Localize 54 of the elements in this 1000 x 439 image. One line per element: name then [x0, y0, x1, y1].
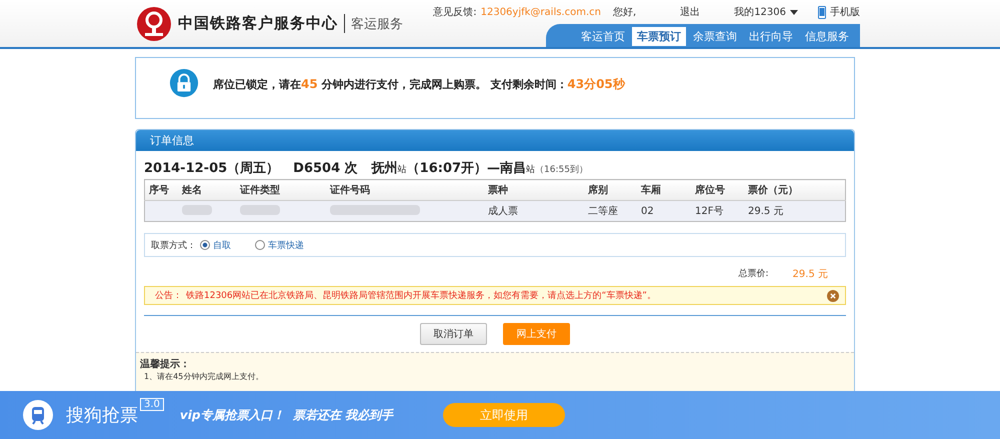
table-cell: 成人票	[484, 200, 584, 222]
trip-route: 抚州站（16:07开）—南昌站（16:55到）	[372, 160, 588, 177]
column-header: 票价（元）	[744, 180, 846, 200]
mobile-link[interactable]: 手机版	[830, 5, 860, 19]
railway-logo-icon	[136, 6, 172, 42]
nav-tab[interactable]: 客运首页	[576, 27, 630, 46]
column-header: 车厢	[637, 180, 691, 200]
my-account-link[interactable]: 我的12306	[734, 5, 786, 19]
tip-text: 1、请在45分钟内完成网上支付。	[144, 371, 264, 382]
table-cell: 二等座	[584, 200, 637, 222]
greeting: 您好,	[613, 6, 636, 19]
app-name: 搜狗抢票	[66, 404, 138, 427]
announcement-text: 铁路12306网站已在北京铁路局、昆明铁路局管辖范围内开展车票快递服务，如您有需要，请点选上方的“车票快递”。	[186, 290, 657, 302]
site-title: 中国铁路客户服务中心	[178, 14, 345, 33]
trip-date: 2014-12-05（周五）	[144, 160, 280, 177]
table-cell: 12F号	[691, 200, 744, 222]
total-price: 29.5 元	[792, 268, 828, 281]
nav-tab[interactable]: 出行向导	[744, 27, 798, 46]
column-header: 票种	[484, 180, 584, 200]
train-icon	[22, 399, 54, 431]
radio-label[interactable]: 车票快递	[268, 238, 304, 252]
column-header: 序号	[144, 180, 178, 200]
table-cell: 02	[637, 200, 691, 222]
column-header: 席位号	[691, 180, 744, 200]
column-header: 证件类型	[236, 180, 326, 200]
column-header: 证件号码	[326, 180, 484, 200]
close-icon[interactable]	[827, 290, 839, 302]
logout-link[interactable]: 退出	[680, 5, 700, 19]
train-number: D6504 次	[293, 160, 358, 177]
tips-title: 温馨提示：	[140, 358, 191, 371]
pickup-label: 取票方式：	[151, 240, 196, 252]
site-subtitle: 客运服务	[351, 16, 403, 32]
announcement-label: 公告：	[155, 290, 182, 302]
version-badge: 3.0	[140, 398, 164, 410]
column-header: 席别	[584, 180, 637, 200]
ad-slogan: vip专属抢票入口！ 票若还在 我必到手	[180, 406, 393, 424]
blurred-name	[182, 204, 212, 214]
blurred-id-type	[240, 204, 280, 214]
panel-title: 订单信息	[150, 134, 194, 147]
table-cell: 29.5 元	[744, 200, 846, 222]
cancel-button[interactable]: 取消订单	[420, 323, 487, 345]
nav-tab[interactable]: 信息服务	[800, 27, 854, 46]
caret-icon	[790, 10, 798, 14]
feedback-label: 意见反馈:	[433, 6, 477, 19]
nav-tab[interactable]: 车票预订	[632, 27, 686, 46]
radio-button[interactable]	[200, 240, 210, 250]
lock-icon	[169, 68, 199, 98]
phone-icon	[818, 6, 826, 18]
radio-button[interactable]	[255, 240, 265, 250]
nav-tab[interactable]: 余票查询	[688, 27, 742, 46]
total-label: 总票价:	[738, 268, 769, 281]
radio-label[interactable]: 自取	[213, 238, 231, 252]
column-header: 姓名	[178, 180, 236, 200]
lock-message: 席位已锁定，请在45 分钟内进行支付，完成网上购票。 支付剩余时间：43分05秒	[213, 76, 625, 93]
